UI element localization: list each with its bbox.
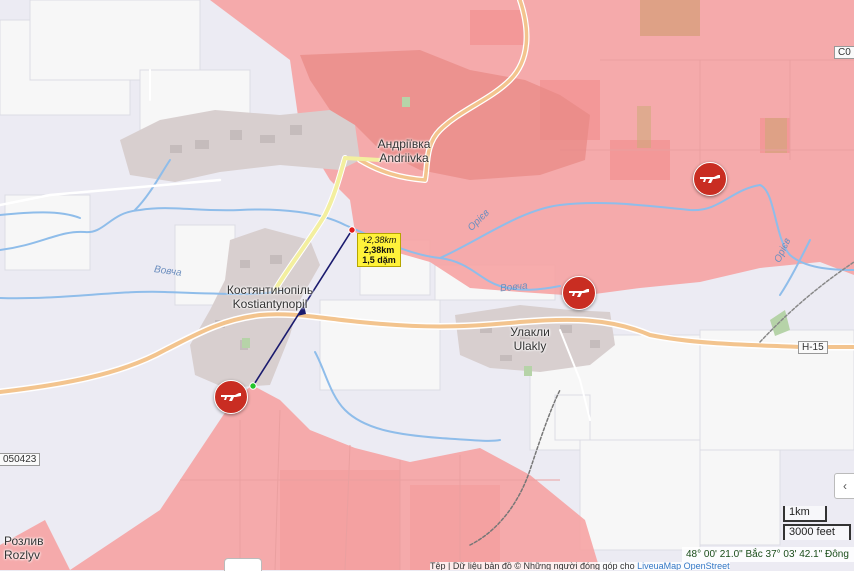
map-canvas[interactable] xyxy=(0,0,854,570)
distance-tooltip: +2,38km 2,38km 1,5 dặm xyxy=(357,233,401,267)
scale-feet: 3000 feet xyxy=(783,524,851,540)
place-name-uk: Улакли xyxy=(510,325,550,339)
road-shield-top-right: C0 xyxy=(834,46,854,59)
place-name-en: Andriivka xyxy=(379,151,429,165)
layers-toggle-button[interactable] xyxy=(224,558,262,571)
scale-km: 1km xyxy=(783,506,827,522)
rifle-icon[interactable] xyxy=(693,162,727,196)
cursor-coordinates: 48° 00' 21.0" Bắc 37° 03' 42.1" Đông xyxy=(682,547,854,562)
map-attribution: Tệp | Dữ liệu bản đồ © Những người đóng … xyxy=(430,562,730,570)
road-shield-code: 050423 xyxy=(0,453,41,466)
attribution-text: Tệp | Dữ liệu bản đồ © Những người đóng … xyxy=(430,562,635,570)
attribution-link[interactable]: LiveuaMap OpenStreetMap xyxy=(637,562,730,570)
distance-total: +2,38km xyxy=(361,235,397,245)
distance-km: 2,38km xyxy=(363,245,395,255)
chevron-left-icon: ‹ xyxy=(843,479,847,493)
place-label-rozlyv: Розлив Rozlyv xyxy=(4,534,54,562)
measure-start-point xyxy=(249,382,257,390)
place-name-en: Ulakly xyxy=(513,339,547,353)
measure-end-point xyxy=(348,226,356,234)
road-shield-h15: Н-15 xyxy=(798,341,828,354)
place-name-uk: Костянтинопіль xyxy=(226,283,314,297)
rifle-icon[interactable] xyxy=(214,380,248,414)
place-label-andriivka: Андріївка Andriivka xyxy=(372,137,436,165)
place-label-kostiantynopil: Костянтинопіль Kostiantynopil xyxy=(215,283,325,311)
rifle-icon[interactable] xyxy=(562,276,596,310)
distance-miles: 1,5 dặm xyxy=(362,255,396,265)
place-name-en: Rozlyv xyxy=(4,548,41,562)
map-scale: 1km 3000 feet xyxy=(783,506,851,542)
place-label-ulakly: Улакли Ulakly xyxy=(495,325,565,353)
place-name-en: Kostiantynopil xyxy=(232,297,308,311)
place-name-uk: Розлив xyxy=(4,534,44,548)
place-name-uk: Андріївка xyxy=(377,137,431,151)
expand-panel-button[interactable]: ‹ xyxy=(834,473,854,499)
